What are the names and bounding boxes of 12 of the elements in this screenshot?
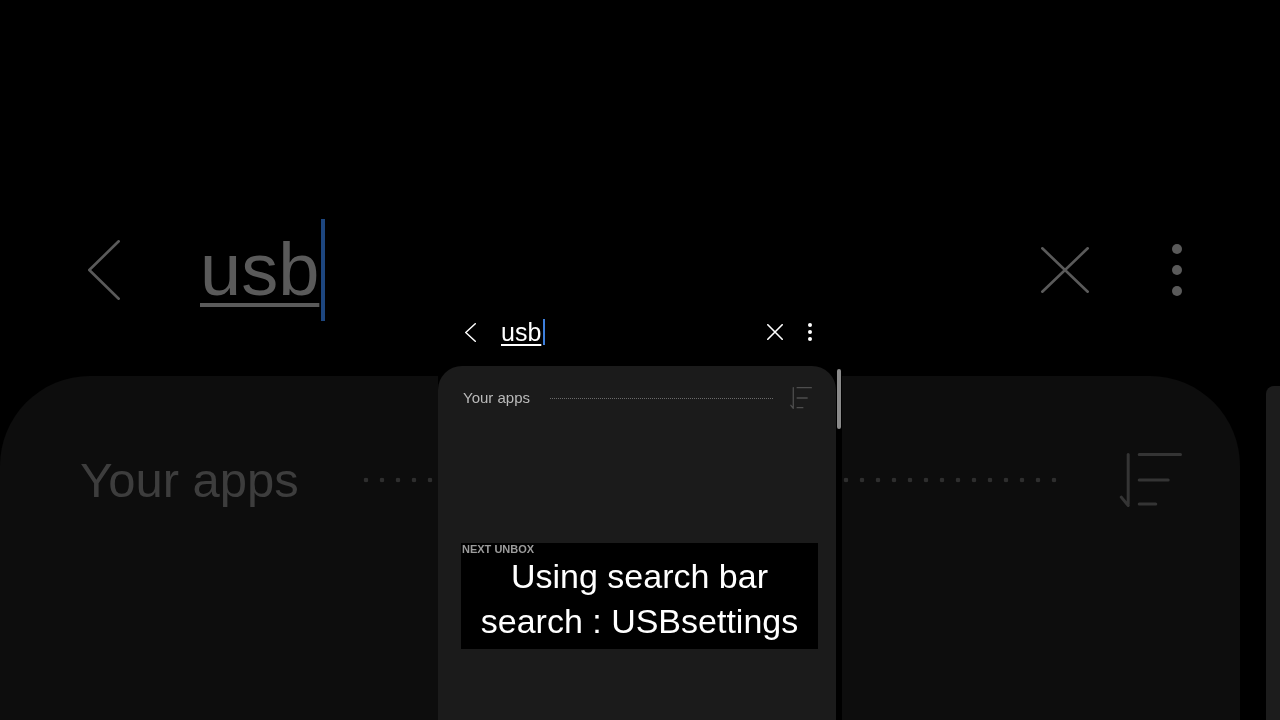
section-title: Your apps <box>463 389 530 407</box>
close-icon[interactable] <box>767 324 783 340</box>
back-icon <box>88 240 120 300</box>
search-field[interactable]: usb <box>501 319 546 345</box>
close-icon <box>1041 247 1089 293</box>
scrollbar[interactable] <box>837 369 841 429</box>
kebab-menu-icon[interactable] <box>808 323 812 341</box>
back-icon[interactable] <box>465 322 476 342</box>
channel-label: NEXT UNBOX <box>461 543 535 555</box>
kebab-menu-icon <box>1172 244 1182 296</box>
caption-text: Using search bar search : USBsettings <box>479 556 800 642</box>
search-text: usb <box>200 219 326 321</box>
